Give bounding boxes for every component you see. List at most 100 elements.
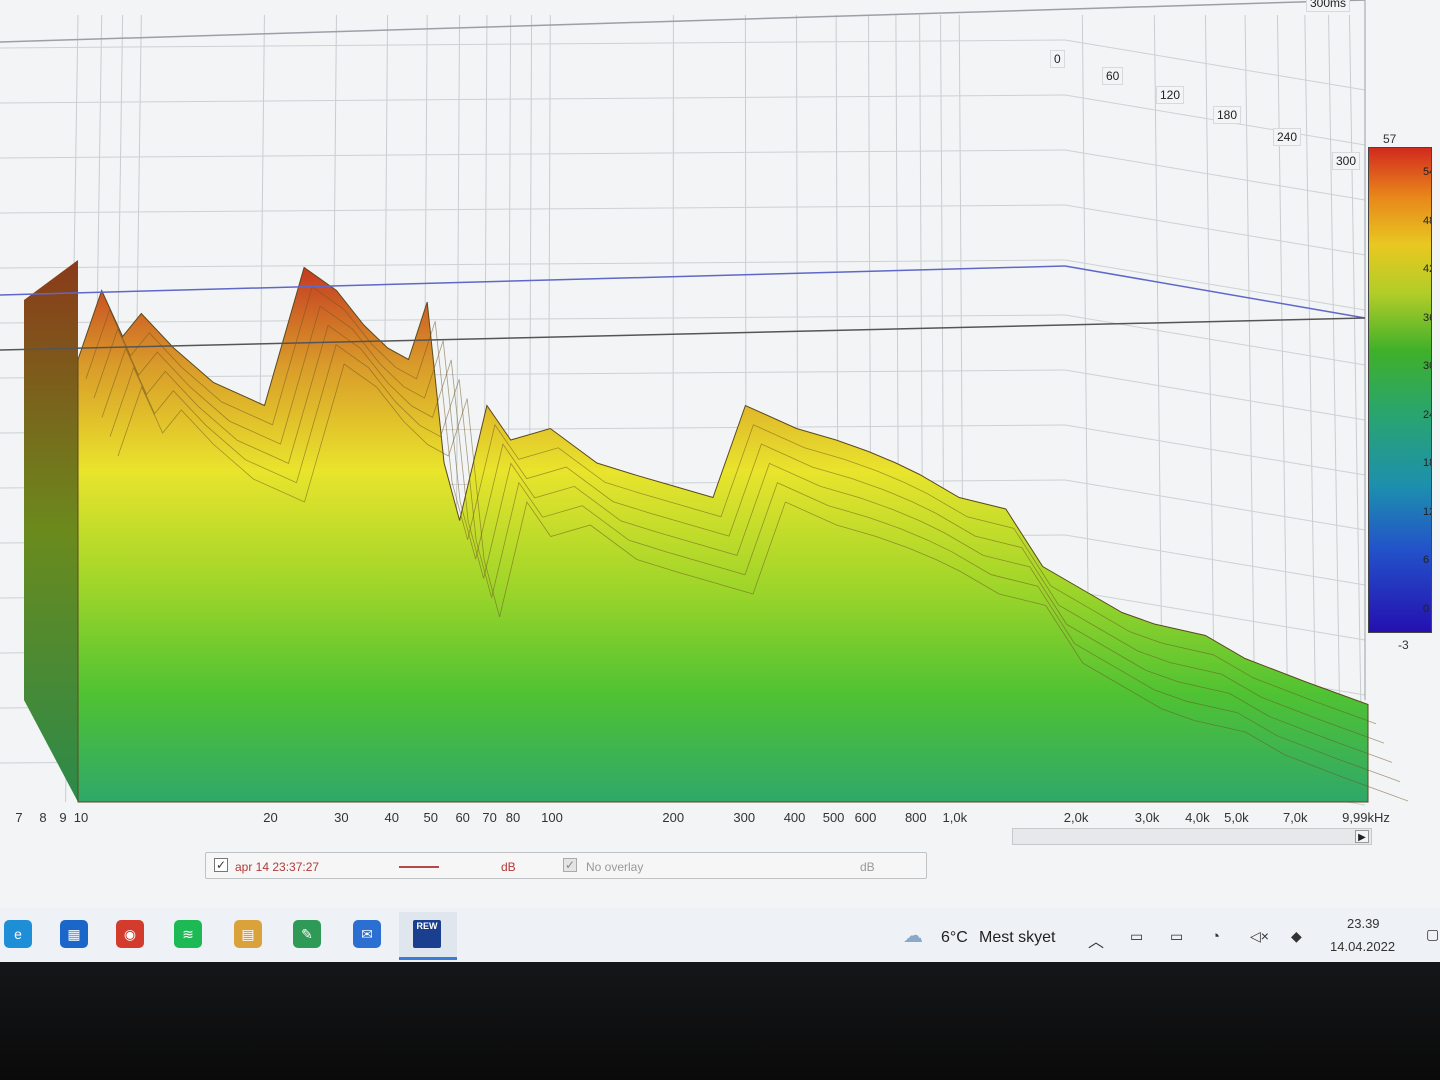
grid-line-horizontal (0, 204, 1066, 214)
chrome-icon[interactable]: ◉ (116, 920, 144, 948)
reference-line (0, 317, 1366, 351)
x-tick-label: 70 (482, 810, 497, 825)
grid-line-depth (1064, 259, 1366, 311)
taskbar-rew-button[interactable]: REW (399, 912, 457, 960)
x-tick-label: 60 (455, 810, 470, 825)
colorbar-tick-label: 54 (1423, 166, 1431, 178)
overlay-label: No overlay (586, 860, 644, 874)
grid-line-horizontal (0, 149, 1066, 159)
x-tick-label: 9,99kHz (1342, 810, 1390, 825)
x-tick-label: 80 (505, 810, 521, 825)
x-tick-label: 50 (423, 810, 438, 825)
bezel-logo (360, 982, 520, 1042)
time-tick-300: 300 (1332, 152, 1361, 170)
monitor-bezel (0, 962, 1440, 1080)
x-tick-label: 5,0k (1224, 810, 1249, 825)
rew-icon-label: REW (416, 921, 438, 931)
trace-legend: ✓ apr 14 23:37:27 dB ✓ No overlay dB (205, 852, 927, 879)
grid-line-horizontal (0, 259, 1066, 269)
notes-icon[interactable]: ▤ (234, 920, 262, 948)
waterfall-side-face (24, 260, 78, 802)
volume-muted-icon[interactable]: ◁× (1250, 928, 1269, 945)
x-tick-label: 200 (662, 810, 685, 825)
scroll-right-arrow-icon[interactable]: ▶ (1355, 830, 1369, 843)
time-tick-120: 120 (1156, 86, 1185, 104)
clock-time[interactable]: 23.39 (1347, 916, 1380, 931)
grid-line-vertical (1328, 14, 1342, 803)
battery-icon[interactable]: ▭ (1170, 928, 1183, 945)
rew-window: 300ms 0 60 120 180 240 300 7 8 9 10 20 30 40 50… (0, 0, 1440, 962)
time-axis-line-depth (1064, 265, 1366, 319)
window-top-label: 300ms (1306, 0, 1351, 12)
x-tick-label: 100 (541, 810, 563, 825)
x-tick-label: 300 (733, 810, 756, 825)
colorbar-max-label: 57 (1383, 132, 1397, 146)
overlay-checkbox[interactable]: ✓ (563, 858, 577, 872)
grid-line-depth (1064, 149, 1366, 201)
x-tick-label: 8 (39, 810, 47, 825)
x-tick-label: 1,0k (942, 810, 968, 825)
colorbar-tick-label: 6 (1423, 554, 1430, 566)
x-tick-label: 600 (854, 810, 877, 825)
chevron-up-icon[interactable]: ︿ (1088, 928, 1104, 952)
x-tick-label: 3,0k (1134, 810, 1160, 825)
x-tick-label: 400 (783, 810, 806, 825)
store-icon[interactable]: ▦ (60, 920, 88, 948)
x-tick-label: 20 (263, 810, 278, 825)
weather-text[interactable]: Mest skyet (979, 929, 1055, 947)
meet-now-icon[interactable]: ▭ (1130, 928, 1143, 945)
colorbar-tick-label: 42 (1423, 263, 1431, 275)
grid-line-depth (1064, 314, 1366, 366)
colorbar-tick-label: 24 (1423, 408, 1431, 421)
time-axis-line (0, 265, 1066, 296)
colorbar-tick-label: 36 (1423, 311, 1431, 324)
clock-date[interactable]: 14.04.2022 (1330, 939, 1395, 954)
x-tick-label: 9 (59, 810, 67, 825)
trace-checkbox[interactable]: ✓ (214, 858, 228, 872)
time-tick-240: 240 (1273, 128, 1302, 146)
plot-top-edge (0, 0, 1366, 43)
grid-line-vertical (1348, 14, 1363, 803)
notification-icon[interactable]: ▢ (1426, 926, 1439, 943)
colorbar-tick-label: 48 (1423, 214, 1431, 227)
grid-line-horizontal (0, 94, 1066, 104)
trace-line-swatch (399, 866, 439, 868)
time-tick-60: 60 (1102, 67, 1124, 85)
grid-line-depth (1064, 424, 1366, 476)
x-tick-label: 10 (73, 810, 89, 825)
editor-icon[interactable]: ✎ (293, 920, 321, 948)
trace-label: apr 14 23:37:27 (235, 860, 320, 874)
overlay-unit: dB (860, 860, 875, 874)
grid-line-depth (1064, 479, 1366, 531)
grid-line-depth (1064, 534, 1366, 586)
grid-line-depth (1064, 204, 1366, 256)
x-tick-label: 500 (822, 810, 845, 825)
x-tick-label: 800 (904, 810, 927, 825)
colorbar-min-label: -3 (1398, 638, 1409, 652)
wifi-icon[interactable]: ◔ (1211, 928, 1220, 945)
time-tick-180: 180 (1213, 106, 1242, 124)
x-tick-label: 7,0k (1282, 810, 1308, 825)
x-tick-label: 40 (384, 810, 399, 825)
colorbar-tick-label: 0 (1423, 602, 1430, 615)
x-tick-label: 4,0k (1185, 810, 1210, 825)
grid-line-depth (1064, 369, 1366, 421)
horizontal-scrollbar[interactable]: ▶ (1012, 828, 1372, 845)
mail-icon[interactable]: ✉ (353, 920, 381, 948)
colorbar-tick-label: 12 (1423, 505, 1431, 518)
colorbar-tick-label: 18 (1423, 457, 1431, 469)
time-tick-0: 0 (1050, 50, 1065, 68)
edge-icon[interactable]: e (4, 920, 32, 948)
grid-line-horizontal (0, 39, 1066, 49)
trace-unit: dB (501, 860, 516, 874)
weather-temp[interactable]: 6°C (941, 929, 968, 947)
dropbox-icon[interactable]: ◆ (1291, 928, 1302, 945)
x-tick-label: 7 (15, 810, 23, 825)
x-tick-label: 2,0k (1063, 810, 1089, 825)
colorbar: 54 48 42 36 30 24 18 12 6 0 (1368, 147, 1432, 633)
taskbar: e ▦ ◉ ≋ ▤ ✎ ✉ REW ☁ 6°C Mest skyet ︿ ▭ ▭ ◔ ◁× … (0, 908, 1440, 962)
rew-icon: REW (413, 920, 441, 948)
colorbar-tick-label: 30 (1423, 360, 1431, 372)
spotify-icon[interactable]: ≋ (174, 920, 202, 948)
weather-cloud-icon[interactable]: ☁ (903, 923, 923, 948)
